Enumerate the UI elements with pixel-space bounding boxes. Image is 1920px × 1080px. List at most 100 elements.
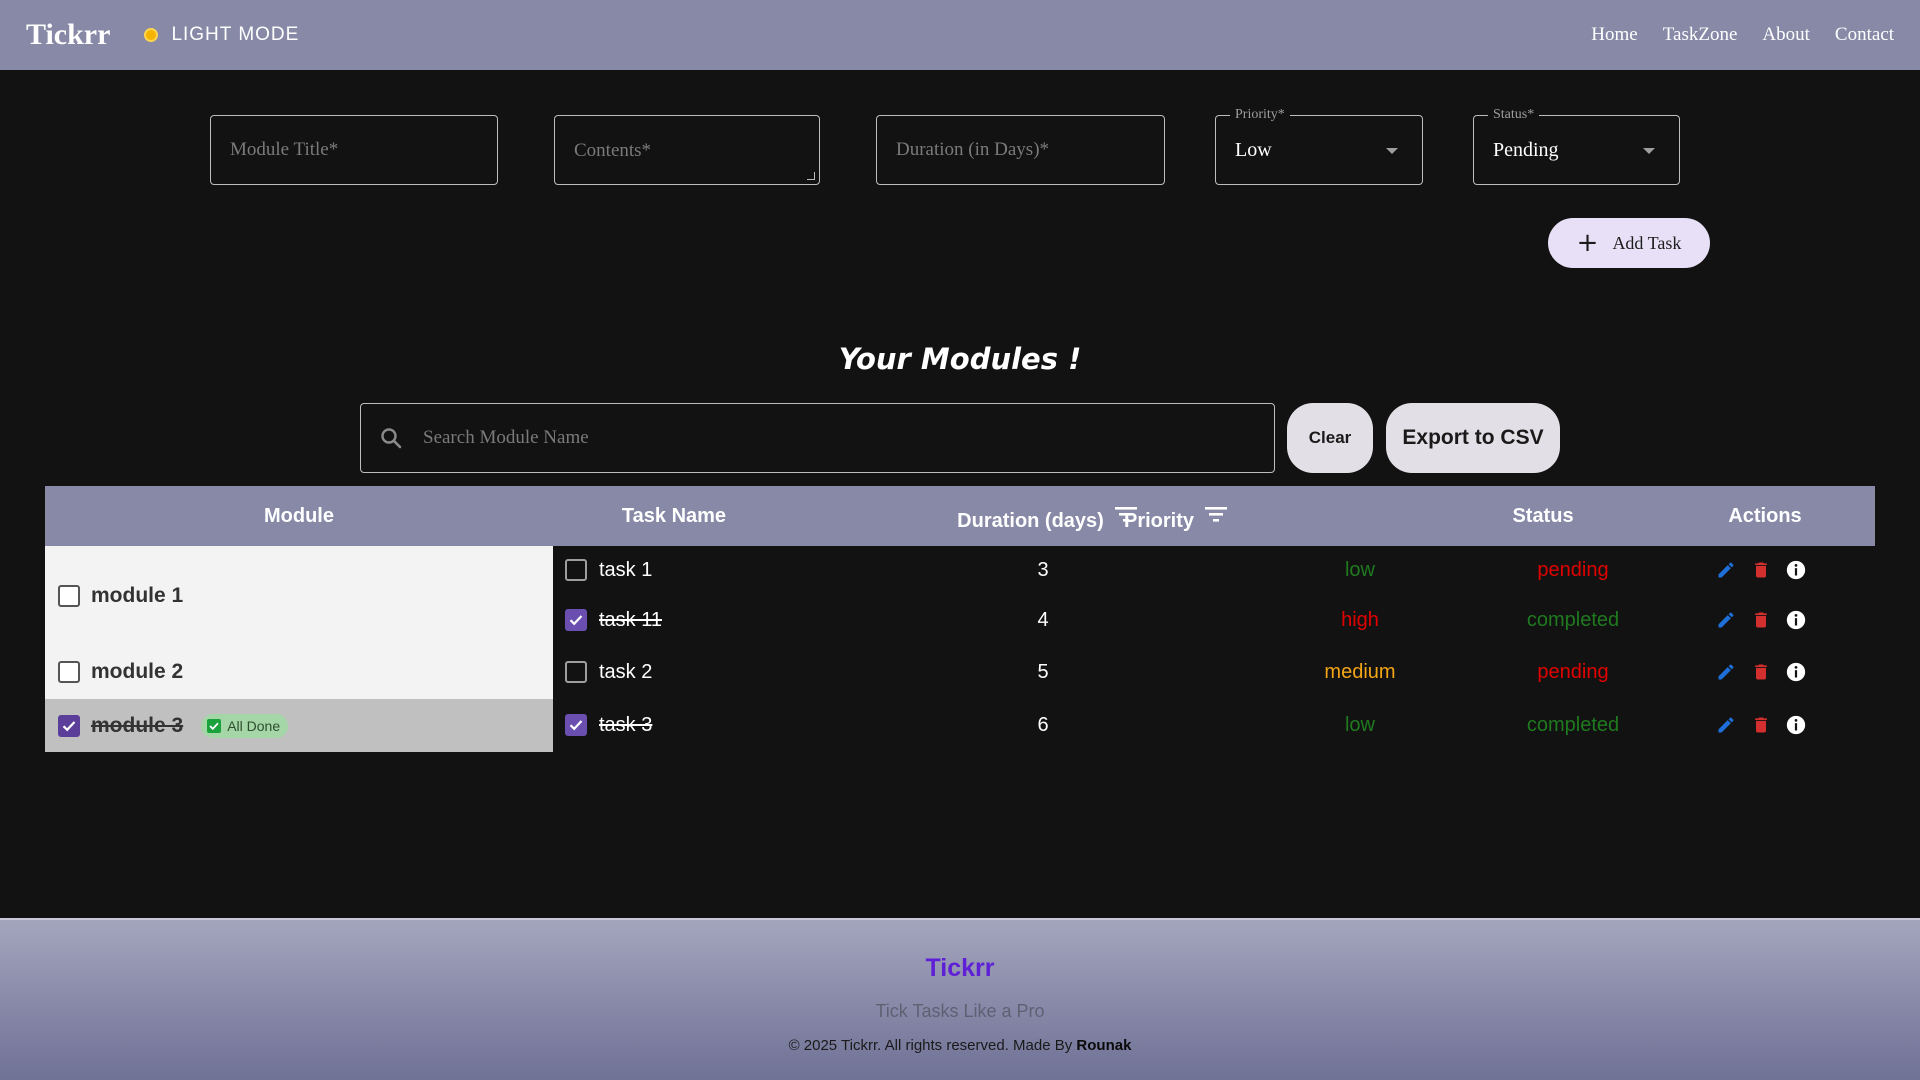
contents-input[interactable] (555, 116, 819, 184)
header-task-name: Task Name (553, 486, 795, 546)
check-icon (62, 720, 76, 731)
author-name: Rounak (1076, 1037, 1132, 1054)
info-icon[interactable] (1784, 713, 1808, 737)
task-priority: high (1341, 608, 1379, 631)
header-module-label: Module (264, 504, 334, 527)
module-row: module 1 (45, 566, 553, 626)
task-name: task 1 (599, 558, 653, 581)
module-title-input[interactable] (211, 116, 497, 184)
header-status: Status (1463, 486, 1623, 546)
module-name: module 2 (91, 660, 184, 683)
task-status: completed (1526, 608, 1620, 631)
footer-tagline: Tick Tasks Like a Pro (875, 1001, 1045, 1021)
pencil-icon[interactable] (1714, 558, 1738, 582)
priority-select-label: Priority* (1230, 107, 1290, 123)
status-select[interactable]: Status* Pending (1473, 107, 1680, 185)
task-actions (1714, 647, 1808, 697)
nav-links: Home TaskZone About Contact (1591, 24, 1894, 46)
table-row: task 11 4 high completed (553, 595, 1875, 645)
footer: Tickrr Tick Tasks Like a Pro © 2025 Tick… (0, 918, 1920, 1080)
footer-brand: Tickrr (925, 954, 995, 982)
nav-link-home[interactable]: Home (1591, 24, 1637, 46)
light-mode-toggle[interactable]: LIGHT MODE (144, 24, 299, 46)
task-name: task 2 (599, 660, 653, 683)
task-actions (1714, 595, 1808, 645)
pencil-icon[interactable] (1714, 713, 1738, 737)
footer-copyright: © 2025 Tickrr. All rights reserved. Made… (0, 1037, 1920, 1054)
all-done-label: All Done (227, 717, 281, 734)
add-task-button[interactable]: + Add Task (1548, 218, 1710, 268)
add-task-label: Add Task (1612, 232, 1682, 253)
module-row: module 3 All Done (45, 699, 553, 752)
header-actions: Actions (1685, 486, 1845, 546)
task-priority: medium (1324, 660, 1396, 683)
module-title-field (210, 115, 498, 185)
module-name: module 3 (91, 713, 184, 737)
table-row: task 3 6 low completed (553, 700, 1875, 750)
table-row: task 1 3 low pending (553, 545, 1875, 595)
search-input[interactable] (403, 404, 1274, 472)
search-icon (381, 428, 402, 449)
priority-select[interactable]: Priority* Low (1215, 107, 1423, 185)
check-icon (569, 720, 583, 731)
trash-icon[interactable] (1749, 713, 1773, 737)
trash-icon[interactable] (1749, 558, 1773, 582)
navbar: Tickrr LIGHT MODE Home TaskZone About Co… (0, 0, 1920, 70)
task-duration: 4 (1037, 608, 1049, 631)
all-done-badge: All Done (201, 713, 289, 738)
header-priority: Priority (1045, 486, 1307, 546)
duration-field (876, 115, 1165, 185)
trash-icon[interactable] (1749, 608, 1773, 632)
check-icon (569, 615, 583, 626)
status-select-value: Pending (1493, 138, 1559, 161)
resize-handle[interactable] (807, 172, 815, 180)
task-checkbox[interactable] (565, 559, 587, 581)
priority-select-value: Low (1235, 138, 1272, 161)
pencil-icon[interactable] (1714, 660, 1738, 684)
task-priority: low (1344, 713, 1375, 736)
task-name: task 3 (599, 713, 653, 736)
task-checkbox[interactable] (565, 661, 587, 683)
export-csv-button[interactable]: Export to CSV (1386, 403, 1560, 473)
task-status: pending (1537, 660, 1609, 683)
module-checkbox[interactable] (58, 585, 80, 607)
copyright-text: © 2025 Tickrr. All rights reserved. Made… (788, 1037, 1073, 1054)
contents-field (554, 115, 820, 185)
trash-icon[interactable] (1749, 660, 1773, 684)
nav-link-contact[interactable]: Contact (1835, 24, 1894, 46)
info-icon[interactable] (1784, 660, 1808, 684)
checkbox-done-icon (207, 718, 222, 733)
module-checkbox[interactable] (58, 714, 80, 737)
search-box (360, 403, 1275, 473)
nav-link-taskzone[interactable]: TaskZone (1663, 24, 1738, 46)
task-checkbox[interactable] (565, 609, 587, 631)
header-status-label: Status (1512, 504, 1574, 527)
task-name: task 11 (599, 608, 662, 631)
table-row: task 2 5 medium pending (553, 647, 1875, 697)
task-duration: 6 (1037, 713, 1049, 736)
header-priority-label: Priority (1123, 509, 1195, 532)
header-task-name-label: Task Name (621, 504, 727, 527)
task-status: pending (1537, 558, 1609, 581)
info-icon[interactable] (1784, 608, 1808, 632)
duration-input[interactable] (877, 116, 1164, 184)
section-title: Your Modules ! (838, 342, 1082, 376)
task-checkbox[interactable] (565, 714, 587, 736)
task-status: completed (1526, 713, 1620, 736)
chevron-down-icon (1643, 148, 1655, 154)
module-row: module 2 (45, 643, 553, 701)
task-actions (1714, 700, 1808, 750)
module-checkbox[interactable] (58, 661, 80, 683)
nav-link-about[interactable]: About (1762, 24, 1810, 46)
table-header: Module Task Name Duration (days) Priorit… (45, 486, 1875, 546)
filter-list-icon[interactable] (1204, 505, 1228, 523)
info-icon[interactable] (1784, 558, 1808, 582)
mode-label: LIGHT MODE (171, 24, 300, 45)
module-name: module 1 (91, 584, 184, 607)
clear-button[interactable]: Clear (1287, 403, 1373, 473)
task-priority: low (1344, 558, 1375, 581)
status-select-label: Status* (1488, 107, 1540, 123)
header-module: Module (45, 486, 553, 546)
brand-logo[interactable]: Tickrr (26, 18, 110, 52)
pencil-icon[interactable] (1714, 608, 1738, 632)
